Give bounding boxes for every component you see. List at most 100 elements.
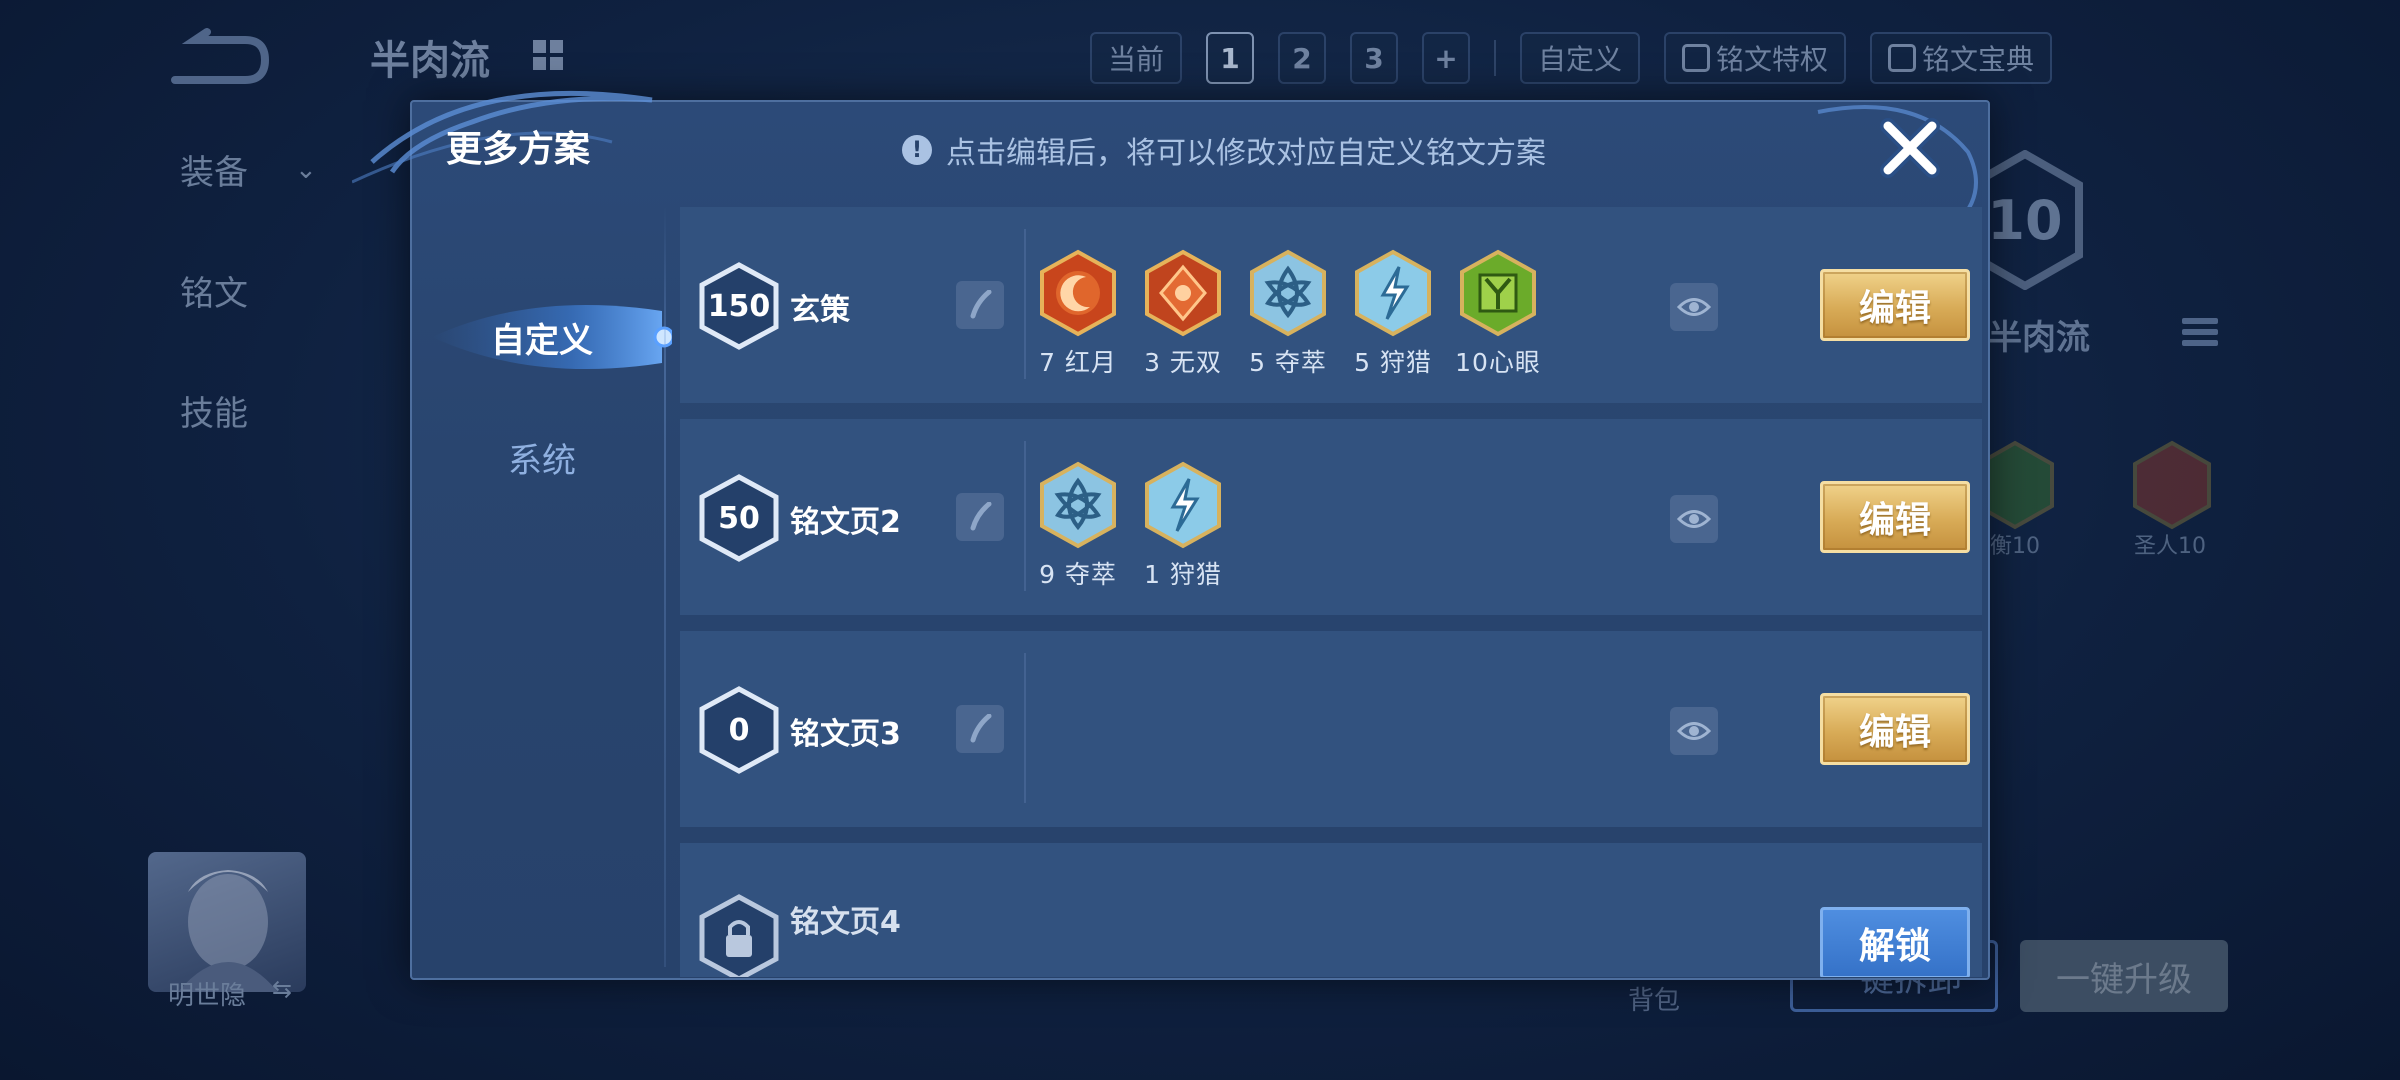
backpack-label[interactable]: 背包 xyxy=(1628,980,1680,1017)
lock-hex xyxy=(698,893,780,977)
privilege-label: 铭文特权 xyxy=(1716,43,1829,76)
eye-icon xyxy=(1677,510,1711,528)
custom-button[interactable]: 自定义 xyxy=(1520,32,1641,84)
red-moon-gem-icon xyxy=(1040,249,1116,337)
codex-label: 铭文宝典 xyxy=(1922,43,2035,76)
close-button[interactable] xyxy=(1876,114,1944,182)
tip-message: ! 点击编辑后，将可以修改对应自定义铭文方案 xyxy=(902,128,1546,172)
list-item: 铭文页4 解锁 xyxy=(680,843,1982,977)
eye-icon xyxy=(1677,298,1711,316)
tip-text: 点击编辑后，将可以修改对应自定义铭文方案 xyxy=(946,136,1546,171)
gem-label: 衡10 xyxy=(1990,534,2040,559)
list-item: 50 铭文页2 9 夺萃 1 狩猎 编辑 xyxy=(680,419,1982,615)
rename-button[interactable] xyxy=(956,705,1004,753)
back-icon[interactable] xyxy=(165,28,270,88)
side-menu-skills[interactable]: 技能 xyxy=(180,386,248,435)
chevron-down-icon: ⌄ xyxy=(295,155,317,185)
lock-icon xyxy=(699,894,779,977)
codex-button[interactable]: 铭文宝典 xyxy=(1870,32,2053,84)
page-name: 玄策 xyxy=(790,293,850,328)
inscription-page-list: 150 玄策 7 红月 3 无双 5 夺萃 5 狩猎 10心眼 编辑 50 铭文… xyxy=(680,207,1982,977)
red-gem-icon xyxy=(2133,440,2211,530)
page-1-button[interactable]: 1 xyxy=(1206,32,1255,84)
divider xyxy=(1494,40,1497,76)
red-swirl-gem-icon xyxy=(1145,249,1221,337)
blue-knot-gem-icon xyxy=(1040,461,1116,549)
divider xyxy=(1024,229,1026,379)
divider xyxy=(1024,441,1026,591)
page-name: 铭文页4 xyxy=(790,905,901,940)
scheme-tabs: 自定义 系统 xyxy=(412,207,672,982)
level-value: 0 xyxy=(728,712,750,748)
grid-icon[interactable] xyxy=(533,40,563,70)
gem-label: 10心眼 xyxy=(1455,348,1541,377)
privilege-button[interactable]: 铭文特权 xyxy=(1664,32,1847,84)
page-selector: 当前 1 2 3 + 自定义 铭文特权 铭文宝典 xyxy=(1090,30,2053,86)
gem-label: 5 夺萃 xyxy=(1249,348,1327,377)
codex-icon xyxy=(1888,44,1917,72)
page-name: 铭文页2 xyxy=(790,505,901,540)
upgrade-all-button[interactable]: 一键升级 xyxy=(2020,940,2228,1012)
privilege-icon xyxy=(1682,44,1711,72)
level-value: 150 xyxy=(707,288,771,324)
unlock-button[interactable]: 解锁 xyxy=(1820,907,1970,977)
blue-knot-gem-icon xyxy=(1250,249,1326,337)
blue-lightning-gem-icon xyxy=(1145,461,1221,549)
gem-label: 1 狩猎 xyxy=(1144,560,1222,589)
gem-label: 7 红月 xyxy=(1039,348,1117,377)
tab-custom[interactable]: 自定义 xyxy=(412,287,672,387)
green-eye-gem-icon xyxy=(1460,249,1536,337)
level-hex: 50 xyxy=(698,473,780,563)
side-menu-equipment[interactable]: 装备 xyxy=(180,145,248,194)
gem-label: 5 狩猎 xyxy=(1354,348,1432,377)
gem-item[interactable]: 9 夺萃 xyxy=(1038,461,1118,601)
hero-name: 明世隐 xyxy=(168,981,247,1011)
preview-button[interactable] xyxy=(1670,283,1718,331)
page-name: 铭文页3 xyxy=(790,717,901,752)
gem-label: 圣人10 xyxy=(2134,534,2206,559)
edit-button[interactable]: 编辑 xyxy=(1820,693,1970,765)
gem-item[interactable]: 7 红月 xyxy=(1038,249,1118,389)
swap-icon[interactable]: ⇆ xyxy=(272,975,292,1003)
level-hex: 150 xyxy=(698,261,780,351)
menu-icon[interactable] xyxy=(2182,318,2218,358)
edit-button[interactable]: 编辑 xyxy=(1820,269,1970,341)
dialog-title: 更多方案 xyxy=(446,129,591,170)
gem-list: 9 夺萃 1 狩猎 xyxy=(1038,461,1223,601)
gem-list: 7 红月 3 无双 5 夺萃 5 狩猎 10心眼 xyxy=(1038,249,1541,389)
gem-item[interactable]: 5 夺萃 xyxy=(1248,249,1328,389)
rename-button[interactable] xyxy=(956,281,1004,329)
preview-button[interactable] xyxy=(1670,707,1718,755)
page-2-button[interactable]: 2 xyxy=(1278,32,1327,84)
side-menu-inscription[interactable]: 铭文 xyxy=(180,266,248,315)
pen-icon xyxy=(970,502,992,531)
current-label: 当前 xyxy=(1090,32,1183,84)
level-hex: 0 xyxy=(698,685,780,775)
blue-lightning-gem-icon xyxy=(1355,249,1431,337)
list-item: 150 玄策 7 红月 3 无双 5 夺萃 5 狩猎 10心眼 编辑 xyxy=(680,207,1982,403)
gem-item[interactable]: 1 狩猎 xyxy=(1143,461,1223,601)
eye-icon xyxy=(1677,722,1711,740)
page-3-button[interactable]: 3 xyxy=(1350,32,1399,84)
hero-avatar[interactable] xyxy=(148,852,306,992)
gem-item[interactable]: 3 无双 xyxy=(1143,249,1223,389)
pen-icon xyxy=(970,714,992,743)
gem-label: 9 夺萃 xyxy=(1039,560,1117,589)
gem-item[interactable]: 10心眼 xyxy=(1455,249,1541,389)
pen-icon xyxy=(970,290,992,319)
scheme-name: 半肉流 xyxy=(1988,318,2090,358)
gem-item[interactable]: 5 狩猎 xyxy=(1353,249,1433,389)
rename-button[interactable] xyxy=(956,493,1004,541)
level-value: 50 xyxy=(718,500,760,536)
add-page-button[interactable]: + xyxy=(1422,32,1471,84)
list-item: 0 铭文页3 编辑 xyxy=(680,631,1982,827)
more-schemes-dialog: 更多方案 ! 点击编辑后，将可以修改对应自定义铭文方案 自定义 系统 150 玄… xyxy=(352,90,1990,982)
divider xyxy=(1024,653,1026,803)
preview-button[interactable] xyxy=(1670,495,1718,543)
scheme-title: 半肉流 xyxy=(370,38,490,84)
edit-button[interactable]: 编辑 xyxy=(1820,481,1970,553)
info-icon: ! xyxy=(902,135,932,165)
gem-label: 3 无双 xyxy=(1144,348,1222,377)
tab-system[interactable]: 系统 xyxy=(412,407,672,507)
close-icon xyxy=(1880,118,1940,178)
